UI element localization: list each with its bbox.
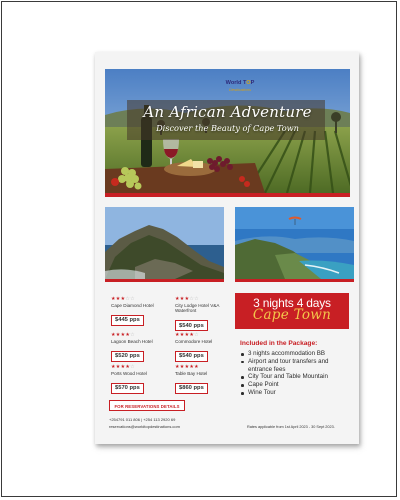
hotel-card: ★★★☆☆ Cape Diamond Hotel $445 pps — [111, 296, 177, 326]
hotel-name: Ports Wood Hotel — [111, 370, 147, 376]
package-duration-box: 3 nights 4 days Cape Town — [235, 293, 349, 329]
included-item: Airport and tour transfers and entrance … — [241, 358, 351, 374]
flyer-title: An African Adventure — [143, 103, 312, 121]
included-item: City Tour and Table Mountain — [241, 373, 351, 381]
photo-accent-stripe-left — [105, 279, 224, 282]
hotel-card: ★★★★☆ Commodore Hotel $540 pps — [175, 332, 241, 362]
hotel-price: $540 pps — [175, 320, 208, 332]
hotel-card: ★★★☆☆ City Lodge Hotel V&A Waterfront $5… — [175, 296, 241, 332]
hotel-price: $540 pps — [175, 350, 208, 362]
star-rating: ★★★★☆ — [111, 364, 135, 370]
star-rating: ★★★★☆ — [111, 332, 135, 338]
flyer-subtitle: Discover the Beauty of Cape Town — [156, 123, 299, 133]
included-heading: Included in the Package: — [240, 340, 318, 347]
reservations-label: FOR RESERVATIONS DETAILS — [114, 403, 180, 409]
hotel-name: Table Bay Hotel — [175, 370, 208, 376]
package-destination: Cape Town — [252, 307, 332, 323]
star-rating: ★★★★★ — [175, 364, 199, 370]
contact-email: reservations@worldtopdestinations.com — [109, 424, 180, 429]
coastline-photo — [235, 207, 354, 279]
hotel-price: $860 pps — [175, 382, 208, 394]
brand-name: World TOP — [225, 80, 255, 86]
hotel-card: ★★★★★ Table Bay Hotel $860 pps — [175, 364, 241, 394]
hotel-name: City Lodge Hotel V&A Waterfront — [175, 302, 220, 314]
hotel-name: Commodore Hotel — [175, 338, 213, 344]
brand-logo: World TOP Destinations — [216, 80, 264, 92]
hotel-price: $520 pps — [111, 350, 144, 362]
hotel-name: Lagoon Beach Hotel — [111, 338, 153, 344]
coastal-cliff-illustration — [105, 207, 224, 279]
photo-accent-stripe-right — [235, 279, 354, 282]
included-item: Wine Tour — [241, 389, 351, 397]
hero-accent-stripe — [105, 193, 350, 197]
hotel-price: $445 pps — [111, 314, 144, 326]
travel-flyer: An African Adventure Discover the Beauty… — [95, 52, 359, 444]
reservations-box: FOR RESERVATIONS DETAILS — [109, 400, 185, 411]
hotel-name: Cape Diamond Hotel — [111, 302, 154, 308]
star-rating: ★★★☆☆ — [111, 296, 135, 302]
hotel-price: $570 pps — [111, 382, 144, 394]
included-item: Cape Point — [241, 381, 351, 389]
brand-tagline: Destinations — [228, 87, 251, 92]
included-list: 3 nights accommodation BB Airport and to… — [241, 350, 351, 397]
hotel-card: ★★★★☆ Lagoon Beach Hotel $520 pps — [111, 332, 177, 362]
star-rating: ★★★★☆ — [175, 332, 199, 338]
star-rating: ★★★☆☆ — [175, 296, 199, 302]
hero-image: An African Adventure Discover the Beauty… — [105, 69, 350, 193]
cape-point-photo — [105, 207, 224, 279]
rates-note: Rates applicable from 1st April 2023 - 3… — [247, 425, 335, 429]
included-item: 3 nights accommodation BB — [241, 350, 351, 358]
contact-phones: +254791 011 806 | +254 113 2920 69 — [109, 417, 176, 422]
coastline-paraglider-illustration — [235, 207, 354, 279]
hotel-card: ★★★★☆ Ports Wood Hotel $570 pps — [111, 364, 177, 394]
